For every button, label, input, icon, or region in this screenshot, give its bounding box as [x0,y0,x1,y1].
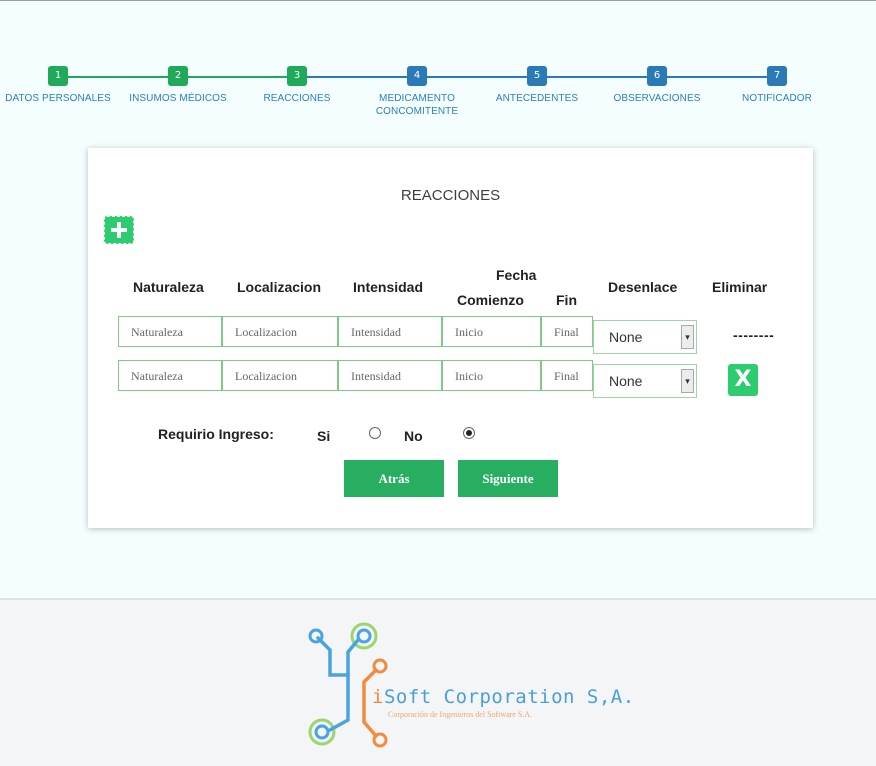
form-title: REACCIONES [400,187,501,204]
step-observaciones[interactable]: 6 OBSERVACIONES [597,66,717,105]
header-desenlace: Desenlace [608,279,678,295]
step-label: INSUMOS MÉDICOS [129,93,227,104]
chevron-down-icon: ▾ [681,369,694,393]
naturaleza-input[interactable]: Naturaleza [118,360,222,391]
next-button[interactable]: Siguiente [458,460,558,497]
naturaleza-input[interactable]: Naturaleza [118,316,222,347]
step-number: 2 [168,66,188,86]
intensidad-input[interactable]: Intensidad [338,360,442,391]
progress-stepper: 1 DATOS PERSONALES 2 INSUMOS MÉDICOS 3 R… [0,66,876,126]
step-number: 6 [647,66,667,86]
header-localizacion: Localizacion [237,279,322,295]
intensidad-input[interactable]: Intensidad [338,316,442,347]
step-insumos-medicos[interactable]: 2 INSUMOS MÉDICOS [118,66,238,105]
brand-rest: Soft Corporation S,A. [383,686,635,708]
brand-name: iSoft Corporation S,A. [372,686,635,708]
step-label: REACCIONES [263,93,331,104]
desenlace-select[interactable]: None ▾ [593,320,697,354]
desenlace-value: None [609,373,643,389]
header-fin: Fin [556,292,577,308]
add-row-button[interactable] [104,216,134,244]
top-divider [0,0,876,1]
desenlace-select[interactable]: None ▾ [593,364,697,398]
step-number: 4 [407,66,427,86]
step-datos-personales[interactable]: 1 DATOS PERSONALES [0,66,118,105]
step-number: 1 [48,66,68,86]
step-label: OBSERVACIONES [613,93,701,104]
footer: iSoft Corporation S,A. Corporación de In… [0,598,876,766]
radio-si[interactable] [369,427,381,439]
option-no-label: No [404,428,423,444]
inicio-date-input[interactable]: Inicio [442,316,541,347]
step-reacciones[interactable]: 3 REACCIONES [237,66,357,105]
localizacion-input[interactable]: Localizacion [222,360,338,391]
eliminar-placeholder: -------- [733,327,775,343]
step-medicamento-concomitente[interactable]: 4 MEDICAMENTO CONCOMITENTE [357,66,477,118]
back-button[interactable]: Atrás [344,460,444,497]
step-notificador[interactable]: 7 NOTIFICADOR [717,66,837,105]
step-number: 3 [287,66,307,86]
desenlace-value: None [609,329,643,345]
radio-no[interactable] [463,427,475,439]
step-antecedentes[interactable]: 5 ANTECEDENTES [477,66,597,105]
brand-prefix: i [372,686,384,708]
header-comienzo: Comienzo [457,292,524,308]
final-date-input[interactable]: Final [541,316,593,347]
requirio-ingreso-label: Requirio Ingreso: [158,426,274,442]
delete-row-button[interactable]: X [728,364,758,396]
header-fecha: Fecha [496,267,537,283]
step-label: NOTIFICADOR [742,93,812,104]
step-number: 5 [527,66,547,86]
reacciones-form-card: REACCIONES Naturaleza Localizacion Inten… [88,148,813,528]
header-eliminar: Eliminar [712,279,768,295]
step-label: ANTECEDENTES [495,93,579,104]
step-label: DATOS PERSONALES [5,93,111,104]
header-naturaleza: Naturaleza [133,279,204,295]
localizacion-input[interactable]: Localizacion [222,316,338,347]
header-intensidad: Intensidad [353,279,424,295]
option-si-label: Si [317,428,331,444]
chevron-down-icon: ▾ [681,325,694,349]
brand-tagline: Corporación de Ingenieros del Software S… [388,710,533,719]
close-icon: X [734,367,752,392]
final-date-input[interactable]: Final [541,360,593,391]
step-label: MEDICAMENTO CONCOMITENTE [375,93,459,117]
step-number: 7 [767,66,787,86]
inicio-date-input[interactable]: Inicio [442,360,541,391]
